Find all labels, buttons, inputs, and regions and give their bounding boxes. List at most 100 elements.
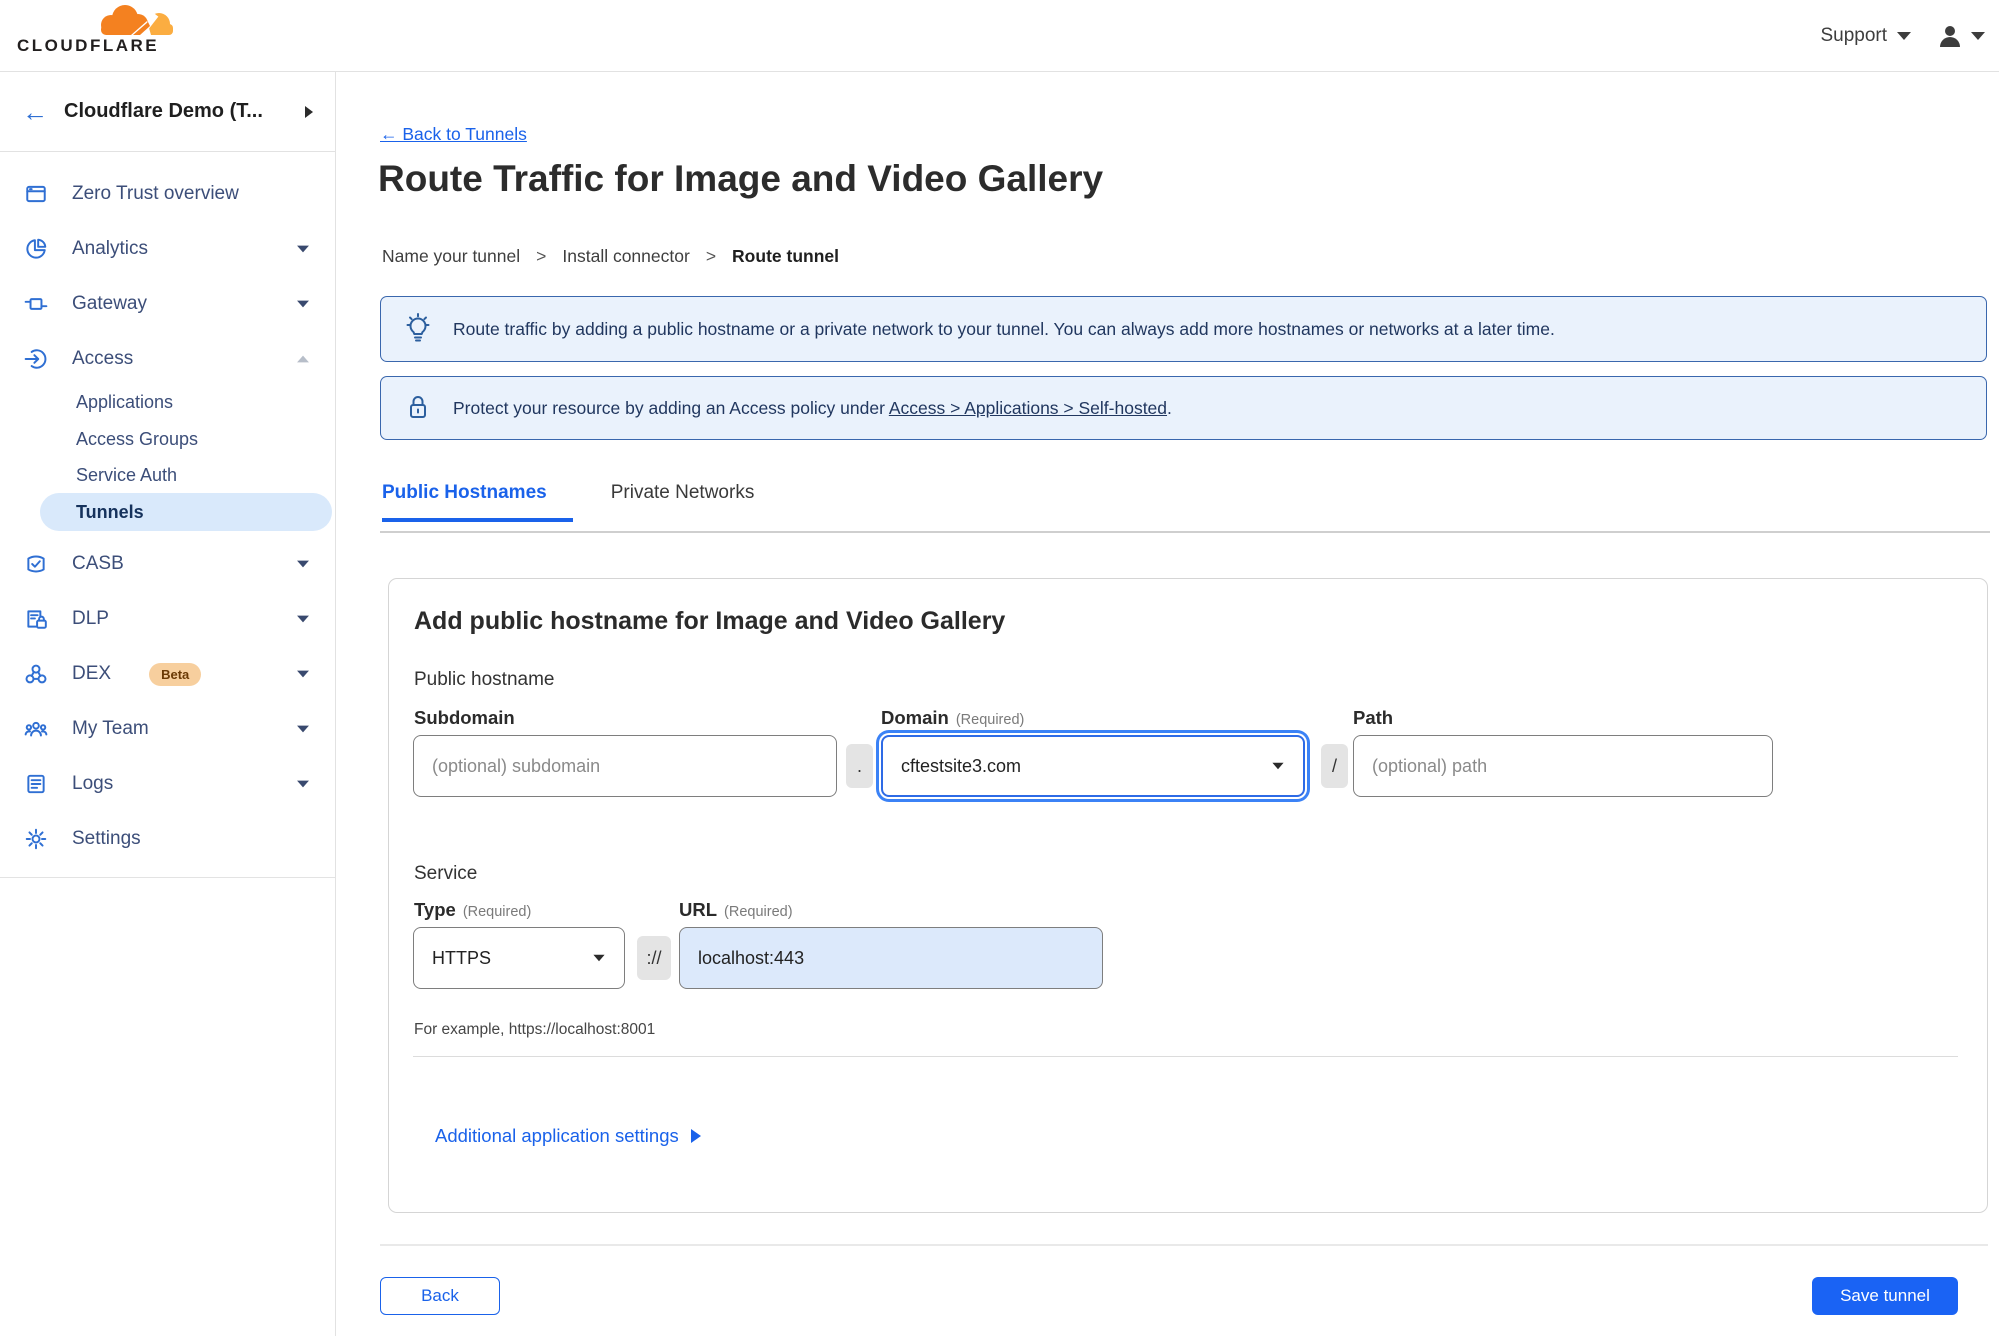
save-tunnel-button[interactable]: Save tunnel xyxy=(1812,1277,1958,1315)
sidebar: ← Cloudflare Demo (T... Zero Trust overv… xyxy=(0,72,336,1336)
public-hostname-section-label: Public hostname xyxy=(414,669,555,690)
wizard-steps: Name your tunnel > Install connector > R… xyxy=(382,246,839,267)
chevron-down-icon xyxy=(297,615,309,623)
gateway-icon xyxy=(24,292,48,316)
dlp-icon xyxy=(24,607,48,631)
sidebar-item-logs[interactable]: Logs xyxy=(0,762,336,806)
top-bar: CLOUDFLARE Support xyxy=(0,0,1999,72)
tab-public-hostnames[interactable]: Public Hostnames xyxy=(382,482,573,522)
url-example-hint: For example, https://localhost:8001 xyxy=(414,1021,656,1038)
sidebar-item-label: Service Auth xyxy=(76,464,178,485)
beta-badge: Beta xyxy=(149,662,202,686)
sidebar-item-label: Analytics xyxy=(72,238,149,259)
path-label: Path xyxy=(1353,707,1393,729)
casb-icon xyxy=(24,552,48,576)
sidebar-item-label: My Team xyxy=(72,718,149,739)
domain-select[interactable]: cftestsite3.com xyxy=(881,735,1305,797)
lightbulb-icon xyxy=(406,313,430,342)
additional-application-settings-toggle[interactable]: Additional application settings xyxy=(435,1125,701,1147)
url-label: URL (Required) xyxy=(679,899,793,921)
service-section-label: Service xyxy=(414,863,478,884)
type-label-text: Type xyxy=(414,899,456,920)
sidebar-item-dex[interactable]: DEX Beta xyxy=(0,652,336,696)
sidebar-item-label: Settings xyxy=(72,828,141,849)
subdomain-input[interactable] xyxy=(413,735,837,797)
slash-separator: / xyxy=(1321,744,1348,788)
chevron-right-icon xyxy=(305,105,313,118)
tab-bar: Public Hostnames Private Networks xyxy=(382,482,754,522)
domain-label: Domain (Required) xyxy=(881,707,1024,729)
type-label: Type (Required) xyxy=(414,899,531,921)
sidebar-item-tunnels-active[interactable]: Tunnels xyxy=(40,493,332,531)
chevron-right-icon xyxy=(690,1129,701,1143)
sidebar-item-analytics[interactable]: Analytics xyxy=(0,227,336,271)
sidebar-item-service-auth[interactable]: Service Auth xyxy=(76,459,177,491)
banner-text: Protect your resource by adding an Acces… xyxy=(453,398,1172,419)
step-separator: > xyxy=(705,246,717,266)
cloudflare-logo[interactable]: CLOUDFLARE xyxy=(16,2,176,68)
domain-select-value: cftestsite3.com xyxy=(901,755,1022,776)
service-type-select[interactable]: HTTPS xyxy=(413,927,625,989)
sidebar-item-label: Access Groups xyxy=(76,428,199,449)
sidebar-item-settings[interactable]: Settings xyxy=(0,817,336,861)
chevron-down-icon xyxy=(1971,32,1985,40)
sidebar-item-label: Tunnels xyxy=(76,501,144,522)
banner-text: Route traffic by adding a public hostnam… xyxy=(453,318,1555,339)
sidebar-item-my-team[interactable]: My Team xyxy=(0,707,336,751)
gear-icon xyxy=(24,827,48,851)
chevron-down-icon xyxy=(1897,32,1911,40)
back-button[interactable]: Back xyxy=(380,1277,500,1315)
chevron-down-icon xyxy=(297,780,309,788)
access-applications-self-hosted-link[interactable]: Access > Applications > Self-hosted xyxy=(889,398,1167,418)
support-menu[interactable]: Support xyxy=(1820,25,1911,47)
chevron-down-icon xyxy=(297,670,309,678)
service-url-input[interactable] xyxy=(679,927,1103,989)
required-tag: (Required) xyxy=(955,712,1025,728)
tab-private-networks[interactable]: Private Networks xyxy=(611,482,755,522)
sidebar-item-applications[interactable]: Applications xyxy=(76,386,173,418)
access-icon xyxy=(24,347,48,371)
sidebar-item-label: DEX xyxy=(72,663,112,684)
sidebar-item-label: Gateway xyxy=(72,293,147,314)
sidebar-item-gateway[interactable]: Gateway xyxy=(0,282,336,326)
sidebar-divider xyxy=(0,877,335,878)
subdomain-label: Subdomain xyxy=(414,707,515,729)
chevron-down-icon xyxy=(593,954,605,962)
dex-icon xyxy=(24,662,48,686)
sidebar-item-access[interactable]: Access xyxy=(0,337,336,381)
team-icon xyxy=(24,717,48,741)
account-name: Cloudflare Demo (T... xyxy=(64,100,263,122)
support-label: Support xyxy=(1820,25,1887,46)
sidebar-item-label: Applications xyxy=(76,391,174,412)
domain-label-text: Domain xyxy=(881,707,949,728)
chevron-down-icon xyxy=(297,560,309,568)
info-banner-access-policy: Protect your resource by adding an Acces… xyxy=(380,376,1987,440)
user-menu[interactable] xyxy=(1937,23,1985,49)
analytics-icon xyxy=(24,237,48,261)
subdomain-label-text: Subdomain xyxy=(414,707,515,728)
step-route-tunnel: Route tunnel xyxy=(732,246,839,266)
sidebar-item-zero-trust-overview[interactable]: Zero Trust overview xyxy=(0,172,336,216)
chevron-down-icon xyxy=(297,245,309,253)
sidebar-item-dlp[interactable]: DLP xyxy=(0,597,336,641)
lock-icon xyxy=(410,396,426,418)
back-to-tunnels-link[interactable]: ← Back to Tunnels xyxy=(380,124,527,145)
path-input[interactable] xyxy=(1353,735,1773,797)
chevron-down-icon xyxy=(297,300,309,308)
sidebar-item-label: CASB xyxy=(72,553,124,574)
sidebar-item-casb[interactable]: CASB xyxy=(0,542,336,586)
tab-divider xyxy=(380,531,1990,533)
sidebar-item-access-groups[interactable]: Access Groups xyxy=(76,423,198,455)
step-install-connector[interactable]: Install connector xyxy=(562,246,689,267)
logs-icon xyxy=(24,772,48,796)
user-icon xyxy=(1940,26,1960,47)
card-title: Add public hostname for Image and Video … xyxy=(414,607,1006,635)
required-tag: (Required) xyxy=(724,904,793,920)
chevron-up-icon xyxy=(297,355,309,363)
step-name-your-tunnel[interactable]: Name your tunnel xyxy=(382,246,520,267)
cloudflare-cloud-icon xyxy=(101,5,173,38)
back-arrow-icon[interactable]: ← xyxy=(22,99,48,125)
footer-divider xyxy=(380,1244,1988,1246)
banner-text-suffix: . xyxy=(1167,397,1172,418)
account-switcher[interactable]: ← Cloudflare Demo (T... xyxy=(0,72,335,152)
